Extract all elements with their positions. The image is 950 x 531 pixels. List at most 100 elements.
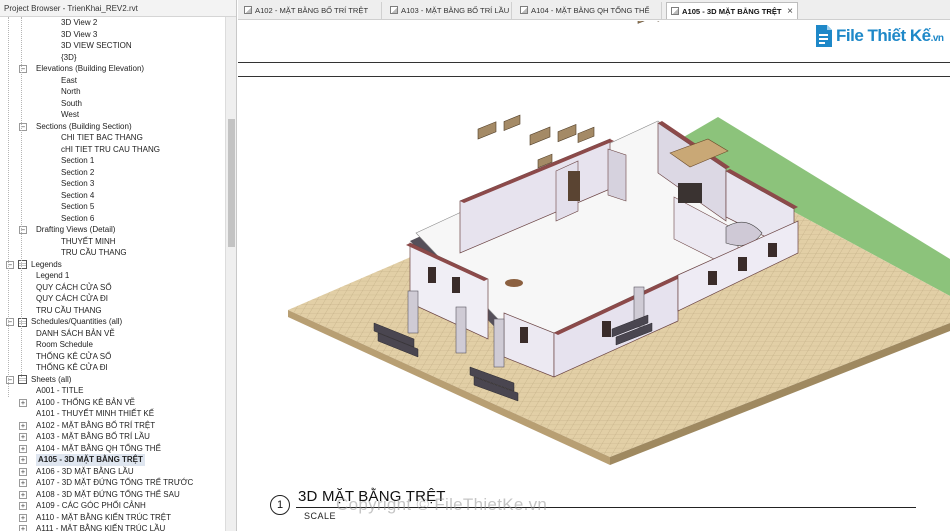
browser-tree-item[interactable]: + A106 - 3D MẶT BẰNG LẦU (0, 466, 225, 478)
browser-tree-item[interactable]: + A104 - MẶT BẰNG QH TỔNG THỂ (0, 443, 225, 455)
browser-tree-item[interactable]: South (0, 98, 225, 110)
expand-toggle-icon[interactable]: + (19, 456, 27, 464)
expand-toggle-icon[interactable]: + (19, 421, 27, 430)
browser-tree-item[interactable]: 3D View 2 (0, 17, 225, 29)
category-icon (18, 375, 27, 384)
view-tab[interactable]: A103 - MẶT BẰNG BỐ TRÍ LẦU (386, 2, 512, 19)
browser-tree-item[interactable]: East (0, 75, 225, 87)
browser-tree-item-label: Section 2 (61, 167, 95, 177)
browser-tree-item[interactable]: + A103 - MẶT BẰNG BỐ TRÍ LẦU (0, 431, 225, 443)
browser-tree-item[interactable]: − Elevations (Building Elevation) (0, 63, 225, 75)
project-browser-scrollbar[interactable] (225, 17, 236, 531)
browser-tree-item[interactable]: QUY CÁCH CỬA ĐI (0, 293, 225, 305)
expand-toggle-icon[interactable]: + (19, 398, 27, 407)
browser-tree-item-label: A100 - THỐNG KÊ BẢN VẼ (36, 397, 135, 407)
browser-tree-item-label: South (61, 98, 82, 108)
browser-tree-item-label: A104 - MẶT BẰNG QH TỔNG THỂ (36, 443, 161, 453)
browser-tree-item-label: A001 - TITLE (36, 386, 84, 395)
sheet-viewport[interactable]: File Thiết Kế.vn 1 3D MẶT BẰNG TRỆT SCAL… (238, 21, 950, 531)
browser-tree-item[interactable]: − Schedules/Quantities (all) (0, 316, 225, 328)
round-table (505, 279, 523, 287)
browser-tree-item-label: West (61, 110, 80, 119)
browser-tree-item-label: Legends (31, 259, 62, 269)
browser-tree-item[interactable]: + A102 - MẶT BẰNG BỐ TRÍ TRỆT (0, 420, 225, 432)
expand-toggle-icon[interactable]: + (19, 444, 27, 453)
browser-tree-item[interactable]: − Sections (Building Section) (0, 121, 225, 133)
browser-tree-item[interactable]: THUYẾT MINH (0, 236, 225, 248)
browser-tree-item-label: 3D View 3 (61, 29, 98, 39)
browser-tree-item[interactable]: + A105 - 3D MẶT BẰNG TRỆT (0, 454, 225, 466)
browser-tree-item[interactable]: + A110 - MẶT BẰNG KIẾN TRÚC TRỆT (0, 512, 225, 524)
browser-tree-item[interactable]: + A100 - THỐNG KÊ BẢN VẼ (0, 397, 225, 409)
view-tab[interactable]: A105 - 3D MẶT BẰNG TRỆT × (666, 2, 798, 19)
browser-tree-item-label: Schedules/Quantities (all) (31, 317, 123, 326)
browser-tree-item-label: Elevations (Building Elevation) (36, 64, 145, 73)
close-tab-icon[interactable]: × (787, 3, 793, 20)
browser-tree-item[interactable]: THỐNG KÊ CỬA ĐI (0, 362, 225, 374)
browser-tree-item[interactable]: + A111 - MẶT BẰNG KIẾN TRÚC LẦU (0, 523, 225, 531)
scrollbar-thumb[interactable] (228, 119, 235, 247)
browser-tree-item-label: Section 3 (61, 179, 95, 188)
browser-tree-item[interactable]: Legend 1 (0, 270, 225, 282)
browser-tree-item-label: TRU CẦU THANG (61, 248, 127, 257)
browser-tree-item[interactable]: Section 6 (0, 213, 225, 225)
browser-tree-item[interactable]: Section 4 (0, 190, 225, 202)
browser-tree-item[interactable]: + A109 - CÁC GÓC PHỐI CẢNH (0, 500, 225, 512)
browser-tree-item-label: {3D} (61, 52, 77, 62)
browser-tree-item-label: A101 - THUYẾT MINH THIẾT KẾ (36, 409, 155, 418)
browser-tree-item[interactable]: Room Schedule (0, 339, 225, 351)
view-tab-label: A103 - MẶT BẰNG BỐ TRÍ LẦU (401, 6, 510, 15)
browser-tree-item[interactable]: 3D VIEW SECTION (0, 40, 225, 52)
browser-tree-item[interactable]: DANH SÁCH BẢN VẼ (0, 328, 225, 340)
browser-tree-item-label: Legend 1 (36, 271, 70, 280)
browser-tree-item[interactable]: North (0, 86, 225, 98)
expand-toggle-icon[interactable]: + (19, 525, 27, 531)
browser-tree-item[interactable]: A001 - TITLE (0, 385, 225, 397)
browser-tree-item[interactable]: − Sheets (all) (0, 374, 225, 386)
expand-toggle-icon[interactable]: + (19, 490, 27, 499)
browser-tree-item-label: A109 - CÁC GÓC PHỐI CẢNH (36, 501, 146, 510)
browser-tree-item-label: CHI TIET BAC THANG (61, 133, 143, 142)
browser-tree-item[interactable]: QUY CÁCH CỬA SỔ (0, 282, 225, 294)
browser-tree-item-label: 3D VIEW SECTION (61, 41, 132, 50)
browser-tree-item[interactable]: {3D} (0, 52, 225, 64)
browser-tree-item-label: Section 1 (61, 156, 95, 165)
browser-tree-item-label: East (61, 75, 78, 85)
3d-model-view[interactable] (238, 21, 950, 481)
browser-tree-item[interactable]: CHI TIET BAC THANG (0, 132, 225, 144)
browser-tree-item[interactable]: + A108 - 3D MẶT ĐỨNG TỔNG THỂ SAU (0, 489, 225, 501)
browser-tree-item-label: Section 6 (61, 213, 95, 223)
view-tab-label: A105 - 3D MẶT BẰNG TRỆT (682, 7, 782, 16)
browser-tree-item[interactable]: A101 - THUYẾT MINH THIẾT KẾ (0, 408, 225, 420)
expand-toggle-icon[interactable]: + (19, 502, 27, 510)
browser-tree-item[interactable]: Section 3 (0, 178, 225, 190)
browser-tree-item-label: THỐNG KÊ CỬA ĐI (36, 363, 108, 372)
browser-tree-item-label: A105 - 3D MẶT BẰNG TRỆT (36, 454, 145, 466)
browser-tree-item[interactable]: − Legends (0, 259, 225, 271)
expand-toggle-icon[interactable]: + (19, 433, 27, 441)
project-browser-title: Project Browser - TrienKhai_REV2.rvt (0, 0, 236, 17)
browser-tree-item[interactable]: cHI TIET TRU CAU THANG (0, 144, 225, 156)
browser-tree-item[interactable]: Section 1 (0, 155, 225, 167)
browser-tree-item[interactable]: − Drafting Views (Detail) (0, 224, 225, 236)
browser-tree-item[interactable]: Section 2 (0, 167, 225, 179)
browser-tree-item[interactable]: THỐNG KÊ CỬA SỔ (0, 351, 225, 363)
view-tab[interactable]: A102 - MẶT BẰNG BỐ TRÍ TRỆT (240, 2, 382, 19)
browser-tree-item-label: THỐNG KÊ CỬA SỔ (36, 351, 112, 361)
expand-toggle-icon[interactable]: + (19, 513, 27, 522)
browser-tree-item-label: Sections (Building Section) (36, 121, 132, 131)
browser-tree-item[interactable]: Section 5 (0, 201, 225, 213)
browser-tree-item[interactable]: West (0, 109, 225, 121)
wardrobe (568, 171, 580, 201)
interior-wall-2 (607, 148, 627, 202)
browser-tree-item[interactable]: + A107 - 3D MẶT ĐỨNG TỔNG TRỂ TRƯỚC (0, 477, 225, 489)
expand-toggle-icon[interactable]: + (19, 467, 27, 476)
view-number-badge: 1 (270, 495, 290, 515)
browser-tree-item[interactable]: TRU CẦU THANG (0, 247, 225, 259)
browser-tree-item[interactable]: TRU CẦU THANG (0, 305, 225, 317)
browser-tree-item-label: THUYẾT MINH (61, 236, 116, 246)
view-tab[interactable]: A104 - MẶT BẰNG QH TỔNG THỂ (516, 2, 662, 19)
expand-toggle-icon[interactable]: + (19, 479, 27, 487)
browser-tree-item[interactable]: 3D View 3 (0, 29, 225, 41)
browser-tree-item-label: A102 - MẶT BẰNG BỐ TRÍ TRỆT (36, 420, 156, 430)
